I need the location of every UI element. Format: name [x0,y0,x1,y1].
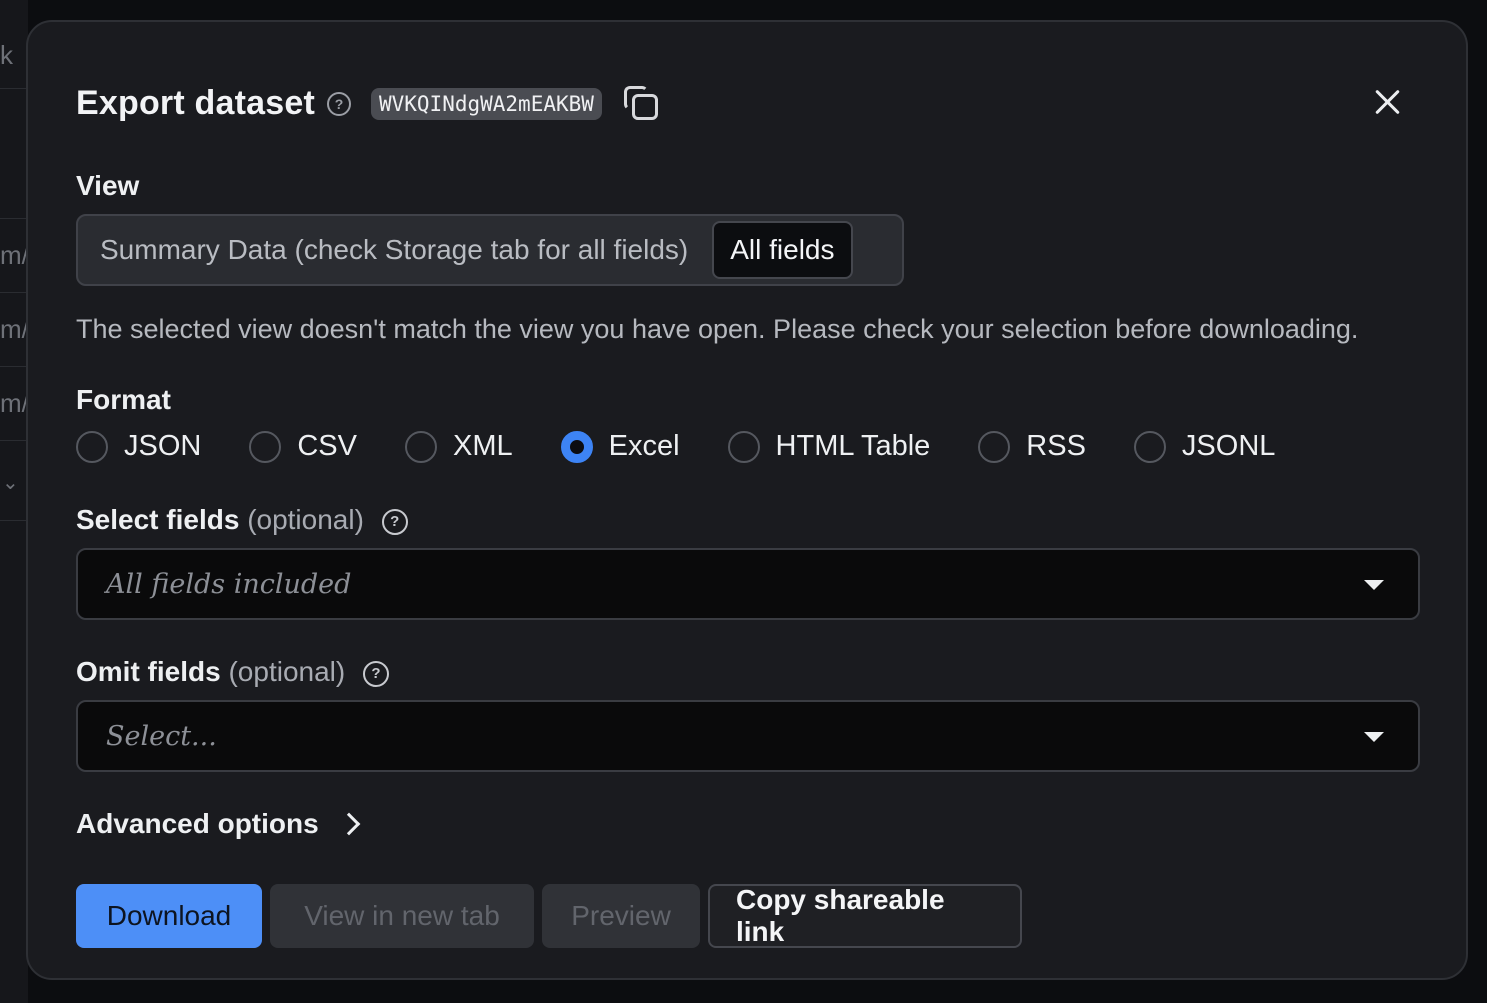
chevron-right-icon [337,812,361,836]
background-divider [0,520,28,521]
copy-shareable-link-button[interactable]: Copy shareable link [708,884,1022,948]
format-option-html-table[interactable]: HTML Table [727,430,931,463]
view-in-new-tab-button[interactable]: View in new tab [270,884,534,948]
format-option-csv[interactable]: CSV [249,430,357,463]
format-option-jsonl[interactable]: JSONL [1133,430,1276,463]
view-label: View [76,170,140,201]
format-label: Format [76,384,171,415]
help-icon[interactable]: ? [363,660,389,687]
chevron-down-icon: ⌄ [2,472,19,494]
help-icon[interactable]: ? [381,508,408,535]
format-option-json[interactable]: JSON [76,430,201,463]
background-text: m/ [0,314,28,344]
format-option-label: HTML Table [775,430,931,462]
background-divider [0,218,28,219]
preview-button[interactable]: Preview [542,884,700,948]
format-option-label: JSON [124,430,202,462]
format-option-excel[interactable]: Excel [560,430,680,463]
background-divider [0,292,28,293]
format-option-rss[interactable]: RSS [978,430,1086,463]
radio-button[interactable] [727,430,760,463]
omit-fields-dropdown[interactable]: Select... [76,700,1420,772]
select-fields-label-text: Select fields [76,504,240,535]
caret-down-icon [1364,732,1384,742]
download-button[interactable]: Download [76,884,262,948]
format-option-label: RSS [1026,430,1086,462]
radio-button[interactable] [249,430,282,463]
format-option-label: XML [452,430,513,462]
select-fields-placeholder: All fields included [106,568,352,600]
background-text: m/ [0,388,28,418]
modal-title: Export dataset [76,84,315,122]
background-divider [0,366,28,367]
select-fields-dropdown[interactable]: All fields included [76,548,1420,620]
view-option-summary[interactable]: Summary Data (check Storage tab for all … [78,221,710,279]
select-fields-label: Select fields (optional) ? [76,504,408,536]
background-divider [0,440,28,441]
format-option-label: CSV [297,430,357,462]
radio-button[interactable] [978,430,1011,463]
optional-hint: (optional) [228,656,346,687]
background-divider [0,88,28,89]
view-toggle: Summary Data (check Storage tab for all … [76,214,904,286]
background-text: m/ [0,240,28,270]
dataset-id-badge: WVKQINdgWA2mEAKBW [370,87,602,120]
optional-hint: (optional) [247,504,364,535]
format-option-xml[interactable]: XML [404,430,513,463]
advanced-options-toggle[interactable]: Advanced options [76,808,361,840]
action-bar: Download View in new tab Preview Copy sh… [76,884,1030,948]
format-radio-group: JSON CSV XML Excel HTML Table RSS JSONL [76,430,1323,463]
view-option-all-fields[interactable]: All fields [712,221,853,279]
omit-fields-placeholder: Select... [106,720,217,752]
radio-button[interactable] [1133,430,1166,463]
view-mismatch-warning: The selected view doesn't match the view… [76,314,1359,344]
export-dataset-modal: Export dataset ? WVKQINdgWA2mEAKBW View … [26,20,1468,980]
modal-header: Export dataset ? WVKQINdgWA2mEAKBW [76,84,660,123]
format-option-label: Excel [608,430,680,462]
caret-down-icon [1364,580,1384,590]
omit-fields-label-text: Omit fields [76,656,221,687]
radio-button-checked[interactable] [560,430,593,463]
copy-icon[interactable] [623,85,660,122]
close-icon[interactable] [1370,84,1406,120]
background-app: k m/ m/ m/ ⌄ [0,0,28,1003]
format-option-label: JSONL [1181,430,1276,462]
background-text: k [0,40,13,70]
radio-button[interactable] [76,430,108,463]
omit-fields-label: Omit fields (optional) ? [76,656,389,688]
radio-button[interactable] [404,430,437,463]
help-icon[interactable]: ? [326,91,351,116]
advanced-options-label: Advanced options [76,808,319,839]
